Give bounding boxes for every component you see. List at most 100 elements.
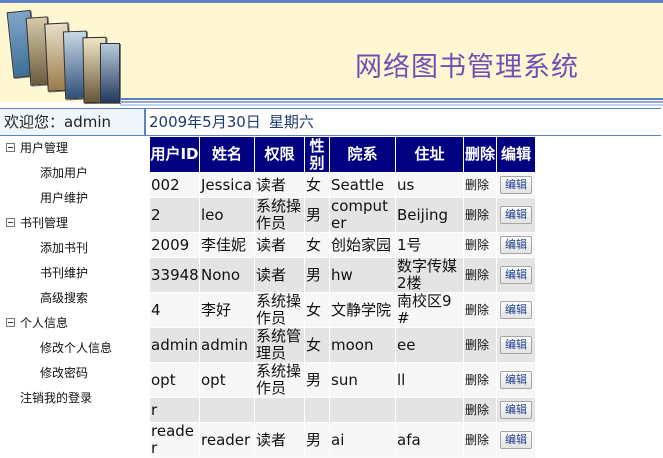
column-header-gender: 性别 bbox=[304, 136, 330, 173]
delete-link[interactable]: 删除 bbox=[465, 238, 489, 252]
cell-address bbox=[395, 397, 464, 423]
cell-delete: 删除 bbox=[463, 292, 497, 328]
user-table-body: 002 Jessica 读者女 Seattle us 删除 编辑 2 leo 系统操作员男 comp… bbox=[149, 172, 536, 458]
cell-gender: 男 bbox=[304, 362, 330, 398]
cell-role: 读者 bbox=[254, 257, 305, 293]
edit-button[interactable]: 编辑 bbox=[500, 401, 532, 419]
column-header-role: 权限 bbox=[254, 136, 305, 173]
collapse-icon[interactable] bbox=[6, 218, 15, 227]
edit-button[interactable]: 编辑 bbox=[500, 176, 532, 194]
edit-button[interactable]: 编辑 bbox=[500, 301, 532, 319]
cell-user-id: 4 bbox=[149, 292, 200, 328]
column-header-name: 姓名 bbox=[199, 136, 255, 173]
sidebar-item-user-maintenance[interactable]: 用户维护 bbox=[40, 188, 88, 208]
sidebar-group-user-management[interactable]: 用户管理 bbox=[6, 138, 68, 158]
cell-department: Seattle bbox=[329, 172, 396, 198]
edit-button[interactable]: 编辑 bbox=[500, 236, 532, 254]
sidebar-group-label: 个人信息 bbox=[20, 316, 69, 330]
app-title: 网络图书管理系统 bbox=[355, 52, 579, 83]
delete-link[interactable]: 删除 bbox=[465, 303, 489, 317]
table-row: r 删除 编辑 bbox=[149, 397, 536, 423]
sidebar-group-label: 书刊管理 bbox=[20, 216, 69, 230]
cell-address: 数字传媒2楼 bbox=[395, 257, 464, 293]
cell-gender: 男 bbox=[304, 197, 330, 233]
current-date: 2009年5月30日 bbox=[149, 113, 261, 131]
cell-department: sun bbox=[329, 362, 396, 398]
cell-name: 李佳妮 bbox=[199, 232, 255, 258]
cell-name: Jessica bbox=[199, 172, 255, 198]
cell-gender: 男 bbox=[304, 422, 330, 458]
delete-link[interactable]: 删除 bbox=[465, 403, 489, 417]
edit-button[interactable]: 编辑 bbox=[500, 206, 532, 224]
sidebar-group-book-management[interactable]: 书刊管理 bbox=[6, 213, 68, 233]
delete-link[interactable]: 删除 bbox=[465, 373, 489, 387]
column-header-edit: 编辑 bbox=[496, 136, 536, 173]
cell-edit: 编辑 bbox=[496, 292, 536, 328]
sidebar-item-change-password[interactable]: 修改密码 bbox=[40, 363, 88, 383]
sidebar-item-add-user[interactable]: 添加用户 bbox=[40, 163, 88, 183]
cell-address: 1号 bbox=[395, 232, 464, 258]
sidebar-item-advanced-search[interactable]: 高级搜索 bbox=[40, 288, 88, 308]
books-logo bbox=[6, 7, 124, 105]
cell-gender: 女 bbox=[304, 292, 330, 328]
cell-address: ee bbox=[395, 327, 464, 363]
delete-link[interactable]: 删除 bbox=[465, 338, 489, 352]
cell-name: leo bbox=[199, 197, 255, 233]
cell-name: 李好 bbox=[199, 292, 255, 328]
cell-edit: 编辑 bbox=[496, 327, 536, 363]
delete-link[interactable]: 删除 bbox=[465, 178, 489, 192]
header-banner: 网络图书管理系统 bbox=[0, 3, 663, 105]
cell-user-id: 2009 bbox=[149, 232, 200, 258]
cell-delete: 删除 bbox=[463, 257, 497, 293]
column-header-address: 住址 bbox=[395, 136, 464, 173]
sidebar-item-book-maintenance[interactable]: 书刊维护 bbox=[40, 263, 88, 283]
cell-role: 读者 bbox=[254, 172, 305, 198]
table-row: 4 李好 系统操作员女文静学院 南校区9# 删除 编辑 bbox=[149, 292, 536, 328]
edit-button[interactable]: 编辑 bbox=[500, 336, 532, 354]
collapse-icon[interactable] bbox=[6, 143, 15, 152]
delete-link[interactable]: 删除 bbox=[465, 268, 489, 282]
cell-edit: 编辑 bbox=[496, 422, 536, 458]
cell-role: 系统操作员 bbox=[254, 292, 305, 328]
welcome-greeting: 欢迎您：admin bbox=[0, 109, 146, 135]
table-row: admin admin 系统管理员女 moon ee 删除 编辑 bbox=[149, 327, 536, 363]
sidebar-item-edit-profile[interactable]: 修改个人信息 bbox=[40, 338, 112, 358]
collapse-icon[interactable] bbox=[6, 318, 15, 327]
cell-address: 南校区9# bbox=[395, 292, 464, 328]
cell-department bbox=[329, 397, 396, 423]
table-row: 33948 Nono 读者男 hw 数字传媒2楼 删除 编辑 bbox=[149, 257, 536, 293]
cell-delete: 删除 bbox=[463, 197, 497, 233]
sidebar-item-add-book[interactable]: 添加书刊 bbox=[40, 238, 88, 258]
sidebar-item-logout[interactable]: 注销我的登录 bbox=[20, 388, 92, 408]
cell-role: 系统操作员 bbox=[254, 362, 305, 398]
sidebar-group-personal-info[interactable]: 个人信息 bbox=[6, 313, 68, 333]
edit-button[interactable]: 编辑 bbox=[500, 371, 532, 389]
cell-delete: 删除 bbox=[463, 172, 497, 198]
cell-gender: 女 bbox=[304, 327, 330, 363]
delete-link[interactable]: 删除 bbox=[465, 208, 489, 222]
cell-role: 系统操作员 bbox=[254, 197, 305, 233]
cell-user-id: 33948 bbox=[149, 257, 200, 293]
cell-edit: 编辑 bbox=[496, 197, 536, 233]
table-row: opt opt 系统操作员男 sun ll 删除 编辑 bbox=[149, 362, 536, 398]
table-row: 2 leo 系统操作员男 computer Beijing 删除 编辑 bbox=[149, 197, 536, 233]
current-weekday: 星期六 bbox=[268, 113, 314, 131]
cell-role: 读者 bbox=[254, 422, 305, 458]
cell-user-id: opt bbox=[149, 362, 200, 398]
cell-delete: 删除 bbox=[463, 327, 497, 363]
edit-button[interactable]: 编辑 bbox=[500, 266, 532, 284]
cell-name: reader bbox=[199, 422, 255, 458]
cell-address: ll bbox=[395, 362, 464, 398]
cell-delete: 删除 bbox=[463, 422, 497, 458]
cell-gender: 男 bbox=[304, 257, 330, 293]
cell-department: ai bbox=[329, 422, 396, 458]
delete-link[interactable]: 删除 bbox=[465, 433, 489, 447]
cell-role: 读者 bbox=[254, 232, 305, 258]
cell-delete: 删除 bbox=[463, 232, 497, 258]
cell-user-id: admin bbox=[149, 327, 200, 363]
cell-edit: 编辑 bbox=[496, 172, 536, 198]
cell-edit: 编辑 bbox=[496, 362, 536, 398]
column-header-department: 院系 bbox=[329, 136, 396, 173]
edit-button[interactable]: 编辑 bbox=[500, 431, 532, 449]
cell-edit: 编辑 bbox=[496, 232, 536, 258]
